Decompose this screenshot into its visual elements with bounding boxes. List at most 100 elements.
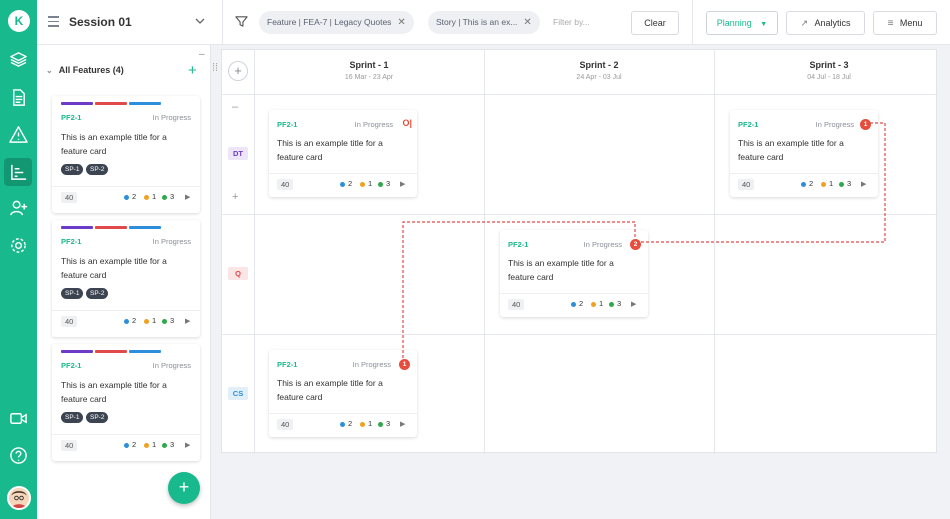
filter-chip-feature[interactable]: Feature | FEA-7 | Legacy Quotes ✕	[259, 11, 414, 34]
feature-card[interactable]: PF2-1 In Progress This is an example tit…	[52, 96, 200, 213]
story-points: 40	[277, 419, 294, 430]
grid-line	[222, 94, 938, 95]
dependency-badge[interactable]: 2	[630, 239, 641, 250]
story-points: 40	[738, 179, 755, 190]
sprint-tag: SP-2	[86, 288, 109, 299]
board-card[interactable]: PF2-1 In Progress O| This is an example …	[269, 110, 417, 197]
card-title-line: feature card	[61, 270, 107, 280]
dependency-badge[interactable]: 1	[399, 359, 410, 370]
add-feature-icon[interactable]: +	[188, 62, 197, 79]
play-icon[interactable]: ▶	[400, 420, 405, 428]
grid-line	[222, 334, 938, 335]
avatar[interactable]	[7, 486, 31, 510]
analytics-label: Analytics	[814, 18, 851, 28]
card-status: In Progress	[815, 120, 854, 129]
sprint-tag: SP-2	[86, 164, 109, 175]
app-logo[interactable]: K	[8, 10, 30, 32]
card-status: In Progress	[583, 240, 622, 249]
all-features-header[interactable]: ⌄ All Features (4)	[46, 65, 124, 75]
link-icon[interactable]: O|	[402, 118, 412, 128]
count-orange: 1	[360, 419, 372, 428]
card-id[interactable]: PF2-1	[277, 120, 297, 129]
play-icon[interactable]: ▶	[185, 317, 190, 325]
layers-icon[interactable]	[9, 50, 28, 69]
card-id[interactable]: PF2-1	[508, 240, 528, 249]
play-icon[interactable]: ▶	[185, 193, 190, 201]
story-points: 40	[61, 192, 78, 203]
card-footer: 40 2 1 3 ▶	[269, 173, 417, 193]
count-green: 3	[162, 316, 174, 325]
color-bars	[61, 350, 181, 353]
card-title-line: feature card	[508, 272, 554, 282]
hamburger-icon[interactable]	[48, 16, 59, 27]
sprint-tag: SP-1	[61, 164, 84, 175]
feature-card[interactable]: PF2-1 In Progress This is an example tit…	[52, 344, 200, 461]
close-icon[interactable]: ✕	[397, 17, 405, 28]
row-label-q: Q	[228, 267, 248, 280]
planning-board: + Sprint - 1 16 Mar - 23 Apr Sprint - 2 …	[221, 49, 938, 454]
count-orange: 1	[360, 179, 372, 188]
trend-icon: ↗	[800, 18, 808, 28]
planning-dropdown[interactable]: Planning ▼	[706, 11, 778, 35]
resize-handle-icon[interactable]: ⁞⁞	[212, 62, 220, 80]
sprint-tag: SP-1	[61, 288, 84, 299]
play-icon[interactable]: ▶	[861, 180, 866, 188]
count-orange: 1	[144, 440, 156, 449]
session-title[interactable]: Session 01	[69, 15, 132, 29]
row-label-dt: DT	[228, 147, 248, 160]
card-title-line: feature card	[61, 146, 107, 156]
chart-icon[interactable]	[9, 163, 28, 182]
filter-icon[interactable]	[235, 15, 248, 33]
feature-card[interactable]: PF2-1 In Progress This is an example tit…	[52, 220, 200, 337]
close-icon[interactable]: ✕	[523, 17, 531, 28]
count-green: 3	[162, 440, 174, 449]
collapse-icon[interactable]: –	[199, 49, 205, 60]
filter-input[interactable]: Filter by...	[553, 17, 590, 27]
analytics-button[interactable]: ↗ Analytics	[786, 11, 865, 35]
all-features-label: All Features (4)	[58, 65, 124, 75]
collapse-row-icon[interactable]: –	[232, 101, 238, 113]
card-id[interactable]: PF2-1	[61, 361, 81, 370]
add-fab-button[interactable]: +	[168, 472, 200, 504]
dependency-badge[interactable]: 1	[860, 119, 871, 130]
clear-button[interactable]: Clear	[631, 11, 679, 35]
help-icon[interactable]	[9, 446, 28, 465]
card-title-line: feature card	[738, 152, 784, 162]
board-card[interactable]: PF2-1 In Progress 1 This is an example t…	[730, 110, 878, 197]
add-row-button[interactable]: +	[228, 61, 248, 81]
board-card[interactable]: PF2-1 In Progress 2 This is an example t…	[500, 230, 648, 317]
card-title-line: feature card	[61, 394, 107, 404]
menu-button[interactable]: ≡ Menu	[873, 11, 937, 35]
story-points: 40	[61, 316, 78, 327]
row-label-cs: CS	[228, 387, 248, 400]
filter-chip-label: Story | This is an ex...	[436, 17, 518, 27]
play-icon[interactable]: ▶	[631, 300, 636, 308]
chevron-down-icon[interactable]	[195, 16, 205, 29]
gear-icon[interactable]	[9, 236, 28, 255]
card-title-line: This is an example title for a	[61, 380, 167, 390]
sprint-tag: SP-1	[61, 412, 84, 423]
user-add-icon[interactable]	[9, 199, 28, 218]
video-icon[interactable]	[9, 409, 28, 428]
planning-label: Planning	[716, 18, 752, 28]
document-icon[interactable]	[9, 88, 28, 107]
card-status: In Progress	[152, 113, 191, 122]
card-id[interactable]: PF2-1	[61, 113, 81, 122]
card-status: In Progress	[152, 237, 191, 246]
count-green: 3	[378, 179, 390, 188]
play-icon[interactable]: ▶	[400, 180, 405, 188]
card-id[interactable]: PF2-1	[738, 120, 758, 129]
card-id[interactable]: PF2-1	[61, 237, 81, 246]
chevron-down-icon: ⌄	[46, 66, 53, 75]
board-card[interactable]: PF2-1 In Progress 1 This is an example t…	[269, 350, 417, 437]
filter-chip-story[interactable]: Story | This is an ex... ✕	[428, 11, 540, 34]
card-id[interactable]: PF2-1	[277, 360, 297, 369]
grid-line	[254, 50, 255, 454]
caret-down-icon: ▼	[760, 21, 768, 28]
count-orange: 1	[591, 299, 603, 308]
card-title-line: feature card	[277, 152, 323, 162]
add-row-icon[interactable]: +	[232, 191, 238, 203]
warning-icon[interactable]	[9, 125, 28, 144]
color-bars	[61, 102, 181, 105]
play-icon[interactable]: ▶	[185, 441, 190, 449]
